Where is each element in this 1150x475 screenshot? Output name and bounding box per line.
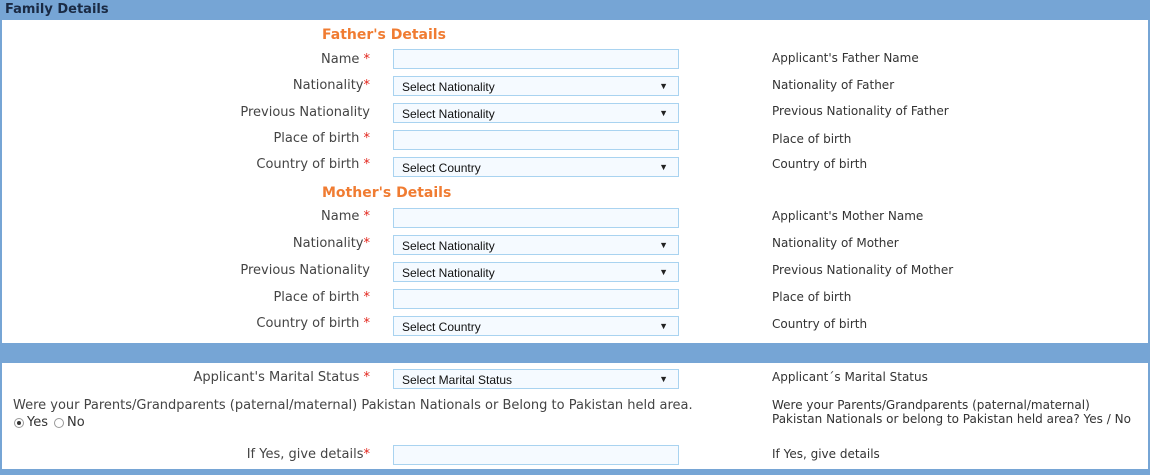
footer-bar xyxy=(0,469,1150,475)
father-place-of-birth-label: Place of birth * xyxy=(273,131,370,146)
mother-name-label: Name * xyxy=(321,209,370,224)
radio-yes-selected-icon[interactable] xyxy=(14,417,24,428)
required-mark: * xyxy=(363,290,371,305)
required-mark: * xyxy=(363,209,371,224)
chevron-down-icon: ▼ xyxy=(659,81,668,91)
section-divider-bar xyxy=(0,343,1150,363)
mother-nationality-label: Nationality* xyxy=(292,236,371,251)
mother-country-select[interactable]: Select Country ▼ xyxy=(393,316,679,336)
father-details-heading: Father's Details xyxy=(322,27,446,43)
father-place-of-birth-input[interactable] xyxy=(393,130,679,150)
father-prev-nationality-label: Previous Nationality xyxy=(240,105,370,120)
required-mark: * xyxy=(363,52,371,67)
radio-yes-label: Yes xyxy=(27,415,48,430)
radio-no-label: No xyxy=(67,415,85,430)
required-mark: * xyxy=(363,447,371,462)
father-country-of-birth-label: Country of birth * xyxy=(256,157,370,172)
father-nationality-select[interactable]: Select Nationality ▼ xyxy=(393,76,679,96)
father-nationality-help: Nationality of Father xyxy=(772,78,895,92)
pakistan-question-label: Were your Parents/Grandparents (paternal… xyxy=(13,398,693,413)
father-name-input[interactable] xyxy=(393,49,679,69)
father-country-select[interactable]: Select Country ▼ xyxy=(393,157,679,177)
radio-no[interactable]: No xyxy=(54,415,85,430)
details-help: If Yes, give details xyxy=(772,447,880,461)
mother-details-heading: Mother's Details xyxy=(322,185,452,201)
mother-prev-nationality-help: Previous Nationality of Mother xyxy=(772,263,954,277)
mother-place-help: Place of birth xyxy=(772,290,852,304)
mother-prev-nationality-label: Previous Nationality xyxy=(240,263,370,278)
radio-yes[interactable]: Yes xyxy=(14,415,48,430)
details-label: If Yes, give details* xyxy=(246,447,371,462)
chevron-down-icon: ▼ xyxy=(659,240,668,250)
chevron-down-icon: ▼ xyxy=(659,162,668,172)
required-mark: * xyxy=(363,316,371,331)
left-border xyxy=(0,363,2,469)
chevron-down-icon: ▼ xyxy=(659,267,668,277)
required-mark: * xyxy=(363,157,371,172)
pakistan-question-help: Were your Parents/Grandparents (paternal… xyxy=(772,398,1131,426)
father-name-help: Applicant's Father Name xyxy=(772,51,919,65)
family-details-form: Family Details Father's Details Name * A… xyxy=(0,0,1150,475)
mother-place-of-birth-label: Place of birth * xyxy=(273,290,370,305)
mother-country-help: Country of birth xyxy=(772,317,868,331)
header-bar: Family Details xyxy=(0,0,1150,20)
mother-nationality-help: Nationality of Mother xyxy=(772,236,899,250)
chevron-down-icon: ▼ xyxy=(659,108,668,118)
chevron-down-icon: ▼ xyxy=(659,321,668,331)
mother-name-help: Applicant's Mother Name xyxy=(772,209,924,223)
marital-status-select[interactable]: Select Marital Status ▼ xyxy=(393,369,679,389)
required-mark: * xyxy=(363,78,371,93)
pakistan-radio-group: Yes No xyxy=(14,415,85,430)
radio-no-icon[interactable] xyxy=(54,417,64,428)
marital-status-label: Applicant's Marital Status * xyxy=(193,370,370,385)
marital-status-help: Applicant´s Marital Status xyxy=(772,370,928,384)
section-header-title: Family Details xyxy=(5,2,109,17)
father-name-label: Name * xyxy=(321,52,370,67)
chevron-down-icon: ▼ xyxy=(659,374,668,384)
details-input[interactable] xyxy=(393,445,679,465)
left-border xyxy=(0,20,2,343)
mother-prev-nationality-select[interactable]: Select Nationality ▼ xyxy=(393,262,679,282)
father-prev-nationality-help: Previous Nationality of Father xyxy=(772,104,949,118)
mother-name-input[interactable] xyxy=(393,208,679,228)
required-mark: * xyxy=(363,370,371,385)
required-mark: * xyxy=(363,131,371,146)
required-mark: * xyxy=(363,236,371,251)
father-place-help: Place of birth xyxy=(772,132,852,146)
father-country-help: Country of birth xyxy=(772,157,868,171)
father-nationality-label: Nationality* xyxy=(292,78,371,93)
mother-place-of-birth-input[interactable] xyxy=(393,289,679,309)
mother-country-of-birth-label: Country of birth * xyxy=(256,316,370,331)
mother-nationality-select[interactable]: Select Nationality ▼ xyxy=(393,235,679,255)
father-prev-nationality-select[interactable]: Select Nationality ▼ xyxy=(393,103,679,123)
